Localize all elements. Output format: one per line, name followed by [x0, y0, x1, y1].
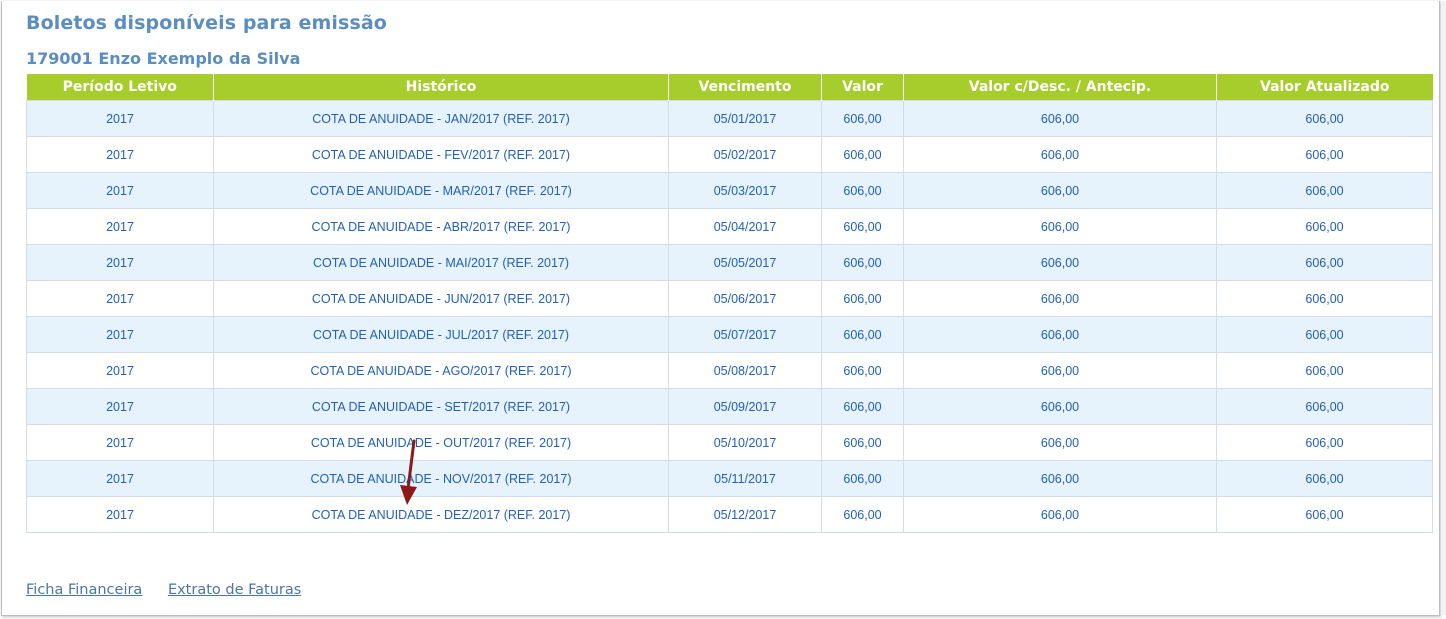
cell-valor-atualizado: 606,00	[1216, 496, 1433, 533]
cell-valor-atualizado: 606,00	[1216, 208, 1433, 245]
cell-historico: COTA DE ANUIDADE - FEV/2017 (REF. 2017)	[213, 136, 669, 173]
cell-valor-desconto: 606,00	[903, 244, 1217, 281]
table-row[interactable]: 2017 COTA DE ANUIDADE - DEZ/2017 (REF. 20…	[26, 496, 1433, 533]
cell-historico: COTA DE ANUIDADE - AGO/2017 (REF. 2017)	[213, 352, 669, 389]
cell-valor-atualizado: 606,00	[1216, 424, 1433, 461]
cell-vencimento: 05/11/2017	[668, 460, 822, 497]
cell-vencimento: 05/01/2017	[668, 100, 822, 137]
table-header-row: Período Letivo Histórico Vencimento Valo…	[26, 74, 1433, 101]
cell-valor: 606,00	[821, 388, 904, 425]
cell-periodo-letivo: 2017	[26, 316, 214, 353]
cell-valor-atualizado: 606,00	[1216, 316, 1433, 353]
cell-valor-atualizado: 606,00	[1216, 388, 1433, 425]
cell-valor: 606,00	[821, 280, 904, 317]
cell-historico: COTA DE ANUIDADE - ABR/2017 (REF. 2017)	[213, 208, 669, 245]
cell-valor-desconto: 606,00	[903, 208, 1217, 245]
table-row[interactable]: 2017 COTA DE ANUIDADE - AGO/2017 (REF. 20…	[26, 352, 1433, 389]
table-row[interactable]: 2017 COTA DE ANUIDADE - NOV/2017 (REF. 20…	[26, 460, 1433, 497]
table-row[interactable]: 2017 COTA DE ANUIDADE - JAN/2017 (REF. 20…	[26, 100, 1433, 137]
cell-historico: COTA DE ANUIDADE - DEZ/2017 (REF. 2017)	[213, 496, 669, 533]
cell-valor-atualizado: 606,00	[1216, 460, 1433, 497]
cell-vencimento: 05/10/2017	[668, 424, 822, 461]
cell-valor-atualizado: 606,00	[1216, 352, 1433, 389]
cell-periodo-letivo: 2017	[26, 244, 214, 281]
cell-valor: 606,00	[821, 496, 904, 533]
footer-links: Ficha Financeira Extrato de Faturas	[26, 582, 322, 598]
cell-valor-atualizado: 606,00	[1216, 280, 1433, 317]
cell-valor-atualizado: 606,00	[1216, 100, 1433, 137]
extrato-faturas-link[interactable]: Extrato de Faturas	[168, 582, 301, 598]
cell-vencimento: 05/02/2017	[668, 136, 822, 173]
cell-periodo-letivo: 2017	[26, 352, 214, 389]
cell-valor-desconto: 606,00	[903, 100, 1217, 137]
cell-historico: COTA DE ANUIDADE - MAI/2017 (REF. 2017)	[213, 244, 669, 281]
cell-valor-desconto: 606,00	[903, 172, 1217, 209]
cell-periodo-letivo: 2017	[26, 172, 214, 209]
cell-periodo-letivo: 2017	[26, 280, 214, 317]
cell-vencimento: 05/08/2017	[668, 352, 822, 389]
table-row[interactable]: 2017 COTA DE ANUIDADE - OUT/2017 (REF. 20…	[26, 424, 1433, 461]
cell-valor: 606,00	[821, 208, 904, 245]
cell-valor: 606,00	[821, 316, 904, 353]
table-row[interactable]: 2017 COTA DE ANUIDADE - JUN/2017 (REF. 20…	[26, 280, 1433, 317]
cell-valor: 606,00	[821, 172, 904, 209]
header-valor: Valor	[821, 74, 904, 101]
header-periodo-letivo: Período Letivo	[26, 74, 214, 101]
table-row[interactable]: 2017 COTA DE ANUIDADE - JUL/2017 (REF. 20…	[26, 316, 1433, 353]
header-vencimento: Vencimento	[668, 74, 822, 101]
ficha-financeira-link[interactable]: Ficha Financeira	[26, 582, 142, 598]
cell-historico: COTA DE ANUIDADE - MAR/2017 (REF. 2017)	[213, 172, 669, 209]
cell-valor: 606,00	[821, 460, 904, 497]
header-valor-atualizado: Valor Atualizado	[1216, 74, 1433, 101]
scroll-gutter	[1441, 1, 1446, 615]
cell-historico: COTA DE ANUIDADE - OUT/2017 (REF. 2017)	[213, 424, 669, 461]
table-row[interactable]: 2017 COTA DE ANUIDADE - ABR/2017 (REF. 20…	[26, 208, 1433, 245]
cell-valor: 606,00	[821, 424, 904, 461]
cell-valor-desconto: 606,00	[903, 280, 1217, 317]
table-row[interactable]: 2017 COTA DE ANUIDADE - SET/2017 (REF. 20…	[26, 388, 1433, 425]
boletos-table: Período Letivo Histórico Vencimento Valo…	[26, 74, 1433, 533]
header-historico: Histórico	[213, 74, 669, 101]
cell-historico: COTA DE ANUIDADE - SET/2017 (REF. 2017)	[213, 388, 669, 425]
table-row[interactable]: 2017 COTA DE ANUIDADE - MAR/2017 (REF. 20…	[26, 172, 1433, 209]
cell-historico: COTA DE ANUIDADE - JUN/2017 (REF. 2017)	[213, 280, 669, 317]
cell-valor-desconto: 606,00	[903, 136, 1217, 173]
cell-vencimento: 05/12/2017	[668, 496, 822, 533]
cell-periodo-letivo: 2017	[26, 136, 214, 173]
cell-vencimento: 05/09/2017	[668, 388, 822, 425]
cell-valor-desconto: 606,00	[903, 388, 1217, 425]
page-title: Boletos disponíveis para emissão	[26, 12, 387, 34]
cell-valor: 606,00	[821, 136, 904, 173]
cell-historico: COTA DE ANUIDADE - JAN/2017 (REF. 2017)	[213, 100, 669, 137]
cell-periodo-letivo: 2017	[26, 424, 214, 461]
cell-valor-desconto: 606,00	[903, 352, 1217, 389]
cell-valor-desconto: 606,00	[903, 424, 1217, 461]
cell-periodo-letivo: 2017	[26, 208, 214, 245]
cell-historico: COTA DE ANUIDADE - JUL/2017 (REF. 2017)	[213, 316, 669, 353]
cell-valor-desconto: 606,00	[903, 316, 1217, 353]
cell-valor: 606,00	[821, 244, 904, 281]
cell-valor: 606,00	[821, 100, 904, 137]
cell-valor-desconto: 606,00	[903, 460, 1217, 497]
cell-valor-desconto: 606,00	[903, 496, 1217, 533]
table-row[interactable]: 2017 COTA DE ANUIDADE - MAI/2017 (REF. 20…	[26, 244, 1433, 281]
cell-periodo-letivo: 2017	[26, 460, 214, 497]
cell-valor-atualizado: 606,00	[1216, 244, 1433, 281]
cell-valor: 606,00	[821, 352, 904, 389]
cell-periodo-letivo: 2017	[26, 100, 214, 137]
cell-valor-atualizado: 606,00	[1216, 172, 1433, 209]
cell-vencimento: 05/06/2017	[668, 280, 822, 317]
header-valor-desconto: Valor c/Desc. / Antecip.	[903, 74, 1217, 101]
content-frame: Boletos disponíveis para emissão 179001 …	[1, 1, 1446, 616]
cell-historico: COTA DE ANUIDADE - NOV/2017 (REF. 2017)	[213, 460, 669, 497]
cell-periodo-letivo: 2017	[26, 496, 214, 533]
cell-periodo-letivo: 2017	[26, 388, 214, 425]
table-row[interactable]: 2017 COTA DE ANUIDADE - FEV/2017 (REF. 20…	[26, 136, 1433, 173]
cell-vencimento: 05/04/2017	[668, 208, 822, 245]
cell-vencimento: 05/05/2017	[668, 244, 822, 281]
cell-vencimento: 05/03/2017	[668, 172, 822, 209]
cell-vencimento: 05/07/2017	[668, 316, 822, 353]
cell-valor-atualizado: 606,00	[1216, 136, 1433, 173]
student-name: 179001 Enzo Exemplo da Silva	[26, 49, 301, 68]
